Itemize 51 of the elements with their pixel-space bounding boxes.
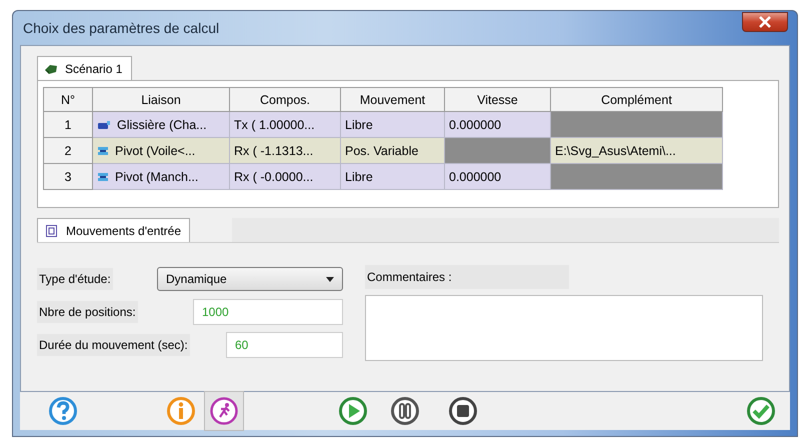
column-header: N° bbox=[44, 88, 92, 112]
list-icon bbox=[46, 224, 57, 236]
table-cell: Glissière (Cha... bbox=[92, 112, 230, 138]
close-icon bbox=[758, 16, 772, 28]
pivot-icon bbox=[97, 146, 109, 156]
info-icon bbox=[166, 396, 196, 426]
pause-icon bbox=[390, 396, 420, 426]
running-figure-icon bbox=[209, 396, 239, 426]
field-label: Nbre de positions: bbox=[37, 301, 138, 323]
table-cell: 0.000000 bbox=[444, 164, 550, 190]
field-label: Type d'étude: bbox=[37, 268, 113, 290]
table-cell: Pos. Variable bbox=[340, 138, 444, 164]
stop-button[interactable] bbox=[446, 394, 480, 428]
checkmark-button[interactable] bbox=[744, 394, 778, 428]
table-cell: Rx ( -0.0000... bbox=[230, 164, 340, 190]
table-cell: Rx ( -1.1313... bbox=[230, 138, 340, 164]
table-cell: Tx ( 1.00000... bbox=[230, 112, 340, 138]
comments-label: Commentaires : bbox=[365, 265, 569, 289]
pivot-icon bbox=[97, 172, 109, 182]
field-label: Durée du mouvement (sec): bbox=[37, 334, 190, 356]
column-header: Vitesse bbox=[444, 88, 550, 112]
tab[interactable]: Mouvements d'entrée bbox=[37, 218, 190, 242]
study-type-dropdown[interactable]: Dynamique bbox=[157, 267, 343, 291]
block-icon bbox=[97, 120, 111, 130]
table-cell: E:\Svg_Asus\Atemi\... bbox=[550, 138, 722, 164]
dropdown-arrow-icon bbox=[326, 276, 334, 282]
row-number: 1 bbox=[44, 112, 92, 138]
column-header: Compos. bbox=[230, 88, 340, 112]
row-number: 2 bbox=[44, 138, 92, 164]
table-cell: 0.000000 bbox=[444, 112, 550, 138]
column-header: Mouvement bbox=[340, 88, 444, 112]
window-title: Choix des paramètres de calcul bbox=[23, 20, 220, 36]
column-header: Complément bbox=[550, 88, 722, 112]
play-icon bbox=[338, 396, 368, 426]
table-cell: Libre bbox=[340, 164, 444, 190]
checkmark-icon bbox=[746, 396, 776, 426]
pause-button[interactable] bbox=[388, 394, 422, 428]
row-number: 3 bbox=[44, 164, 92, 190]
close-button[interactable] bbox=[742, 12, 788, 32]
tab[interactable]: Scénario 1 bbox=[37, 56, 132, 80]
help-icon bbox=[48, 396, 78, 426]
running-figure-button[interactable] bbox=[204, 391, 244, 431]
stop-icon bbox=[448, 396, 478, 426]
table-cell: Pivot (Voile<... bbox=[92, 138, 230, 164]
help-button[interactable] bbox=[46, 394, 80, 428]
table-cell: Libre bbox=[340, 112, 444, 138]
play-button[interactable] bbox=[336, 394, 370, 428]
info-button[interactable] bbox=[164, 394, 198, 428]
comments-field[interactable] bbox=[365, 295, 763, 361]
table-cell: Pivot (Manch... bbox=[92, 164, 230, 190]
column-header: Liaison bbox=[92, 88, 230, 112]
